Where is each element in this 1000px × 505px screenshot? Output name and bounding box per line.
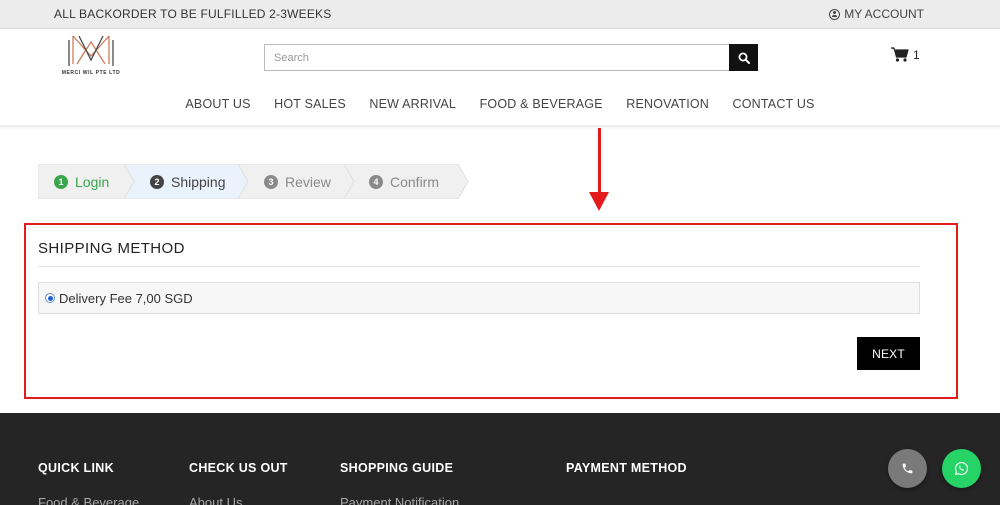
step-number: 4 <box>369 174 383 189</box>
search-input[interactable] <box>265 45 730 70</box>
step-confirm: 4 Confirm <box>369 164 439 199</box>
step-label: Shipping <box>171 173 226 190</box>
footer-title-check-us-out: CHECK US OUT <box>189 461 288 475</box>
step-label: Confirm <box>390 173 440 190</box>
shipping-option-label: Delivery Fee 7,00 SGD <box>59 290 193 306</box>
next-button[interactable]: NEXT <box>857 337 920 370</box>
whatsapp-icon <box>955 461 969 475</box>
site-logo[interactable]: MERCI WIL PTE LTD <box>58 32 124 80</box>
step-label: Review <box>285 173 331 190</box>
top-announcement-bar: ALL BACKORDER TO BE FULFILLED 2-3WEEKS M… <box>0 0 1000 29</box>
nav-item-about-us[interactable]: ABOUT US <box>185 97 250 111</box>
step-label: Login <box>75 173 110 190</box>
footer-link-food-beverage[interactable]: Food & Beverage <box>38 495 139 505</box>
shipping-option-delivery[interactable]: Delivery Fee 7,00 SGD <box>38 282 920 314</box>
nav-item-new-arrival[interactable]: NEW ARRIVAL <box>369 97 456 111</box>
search-icon <box>738 52 750 64</box>
footer-title-shopping-guide: SHOPPING GUIDE <box>340 461 454 475</box>
nav-item-food-beverage[interactable]: FOOD & BEVERAGE <box>480 97 603 111</box>
cart-icon <box>891 47 909 62</box>
nav-item-hot-sales[interactable]: HOT SALES <box>274 97 346 111</box>
footer-title-quick-link: QUICK LINK <box>38 461 114 475</box>
logo-mark <box>68 35 114 66</box>
search-bar <box>264 44 758 71</box>
step-number: 2 <box>150 174 164 189</box>
shipping-method-title: SHIPPING METHOD <box>38 240 185 257</box>
annotation-arrow-shaft <box>598 128 601 194</box>
backorder-notice: ALL BACKORDER TO BE FULFILLED 2-3WEEKS <box>54 7 332 21</box>
shipping-divider <box>38 266 920 267</box>
step-number: 3 <box>264 174 278 189</box>
phone-button[interactable] <box>888 449 927 488</box>
logo-text: MERCI WIL PTE LTD <box>61 70 121 76</box>
annotation-arrow-head <box>589 192 609 211</box>
user-icon <box>829 8 841 20</box>
step-review: 3 Review <box>264 164 331 199</box>
my-account-link[interactable]: MY ACCOUNT <box>829 7 924 21</box>
main-nav: ABOUT US HOT SALES NEW ARRIVAL FOOD & BE… <box>0 97 1000 111</box>
cart-count: 1 <box>913 47 920 62</box>
phone-icon <box>902 463 913 474</box>
shipping-option-radio[interactable] <box>45 293 55 303</box>
nav-item-contact-us[interactable]: CONTACT US <box>733 97 815 111</box>
site-footer: QUICK LINK CHECK US OUT SHOPPING GUIDE P… <box>0 413 1000 505</box>
step-number: 1 <box>54 174 68 189</box>
footer-link-about-us[interactable]: About Us <box>189 495 242 505</box>
nav-item-renovation[interactable]: RENOVATION <box>626 97 709 111</box>
whatsapp-button[interactable] <box>942 449 981 488</box>
cart-button[interactable]: 1 <box>891 47 920 62</box>
search-button[interactable] <box>729 44 758 71</box>
footer-link-payment-notification[interactable]: Payment Notification <box>340 495 459 505</box>
step-login[interactable]: 1 Login <box>54 164 109 199</box>
step-shipping[interactable]: 2 Shipping <box>150 164 226 199</box>
header-divider <box>0 125 1000 127</box>
my-account-label: MY ACCOUNT <box>844 7 924 21</box>
footer-title-payment-method: PAYMENT METHOD <box>566 461 687 475</box>
